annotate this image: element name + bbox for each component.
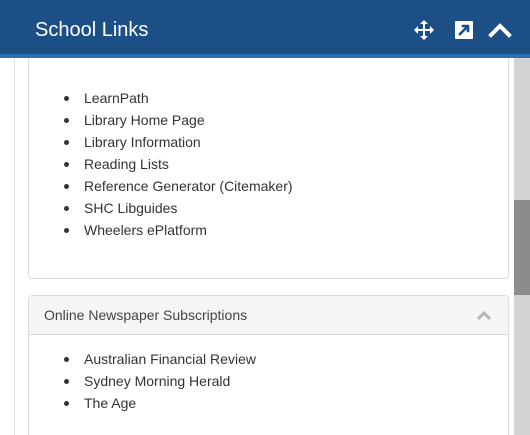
chevron-up-icon[interactable]: [488, 18, 512, 42]
bullet-icon: [64, 162, 69, 167]
chevron-up-icon[interactable]: [476, 309, 492, 321]
bullet-icon: [64, 357, 69, 362]
move-icon[interactable]: [412, 18, 436, 42]
list-item: The Age: [29, 392, 256, 414]
link-wheelers-eplatform[interactable]: Wheelers ePlatform: [84, 222, 207, 238]
link-library-home-page[interactable]: Library Home Page: [84, 112, 205, 128]
link-reference-generator[interactable]: Reference Generator (Citemaker): [84, 178, 293, 194]
newspaper-panel: Online Newspaper Subscriptions Australia…: [28, 295, 509, 435]
bullet-icon: [64, 206, 69, 211]
bullet-icon: [64, 401, 69, 406]
list-item: Australian Financial Review: [29, 348, 256, 370]
bullet-icon: [64, 140, 69, 145]
bullet-icon: [64, 96, 69, 101]
list-item: Reference Generator (Citemaker): [29, 175, 293, 197]
newspaper-list: Australian Financial Review Sydney Morni…: [29, 348, 256, 414]
bullet-icon: [64, 184, 69, 189]
list-item: Library Information: [29, 131, 293, 153]
list-item: SHC Libguides: [29, 197, 293, 219]
list-item: LearnPath: [29, 87, 293, 109]
scrollbar[interactable]: [514, 58, 530, 435]
list-item: Library Home Page: [29, 109, 293, 131]
link-shc-libguides[interactable]: SHC Libguides: [84, 200, 177, 216]
link-australian-financial-review[interactable]: Australian Financial Review: [84, 351, 256, 367]
links-list: LearnPath Library Home Page Library Info…: [29, 87, 293, 241]
bullet-icon: [64, 228, 69, 233]
expand-icon[interactable]: [452, 18, 476, 42]
links-panel: LearnPath Library Home Page Library Info…: [28, 58, 509, 279]
list-item: Sydney Morning Herald: [29, 370, 256, 392]
panel-heading-title: Online Newspaper Subscriptions: [44, 307, 248, 323]
widget-title: School Links: [35, 19, 149, 41]
link-learnpath[interactable]: LearnPath: [84, 90, 149, 106]
scrollbar-thumb[interactable]: [514, 200, 530, 295]
link-reading-lists[interactable]: Reading Lists: [84, 156, 169, 172]
list-item: Reading Lists: [29, 153, 293, 175]
widget-content: LearnPath Library Home Page Library Info…: [14, 58, 515, 435]
link-sydney-morning-herald[interactable]: Sydney Morning Herald: [84, 373, 230, 389]
list-item: Wheelers ePlatform: [29, 219, 293, 241]
link-the-age[interactable]: The Age: [84, 395, 136, 411]
widget-header: School Links: [0, 0, 530, 58]
bullet-icon: [64, 379, 69, 384]
newspaper-panel-heading[interactable]: Online Newspaper Subscriptions: [29, 296, 508, 335]
link-library-information[interactable]: Library Information: [84, 134, 201, 150]
bullet-icon: [64, 118, 69, 123]
